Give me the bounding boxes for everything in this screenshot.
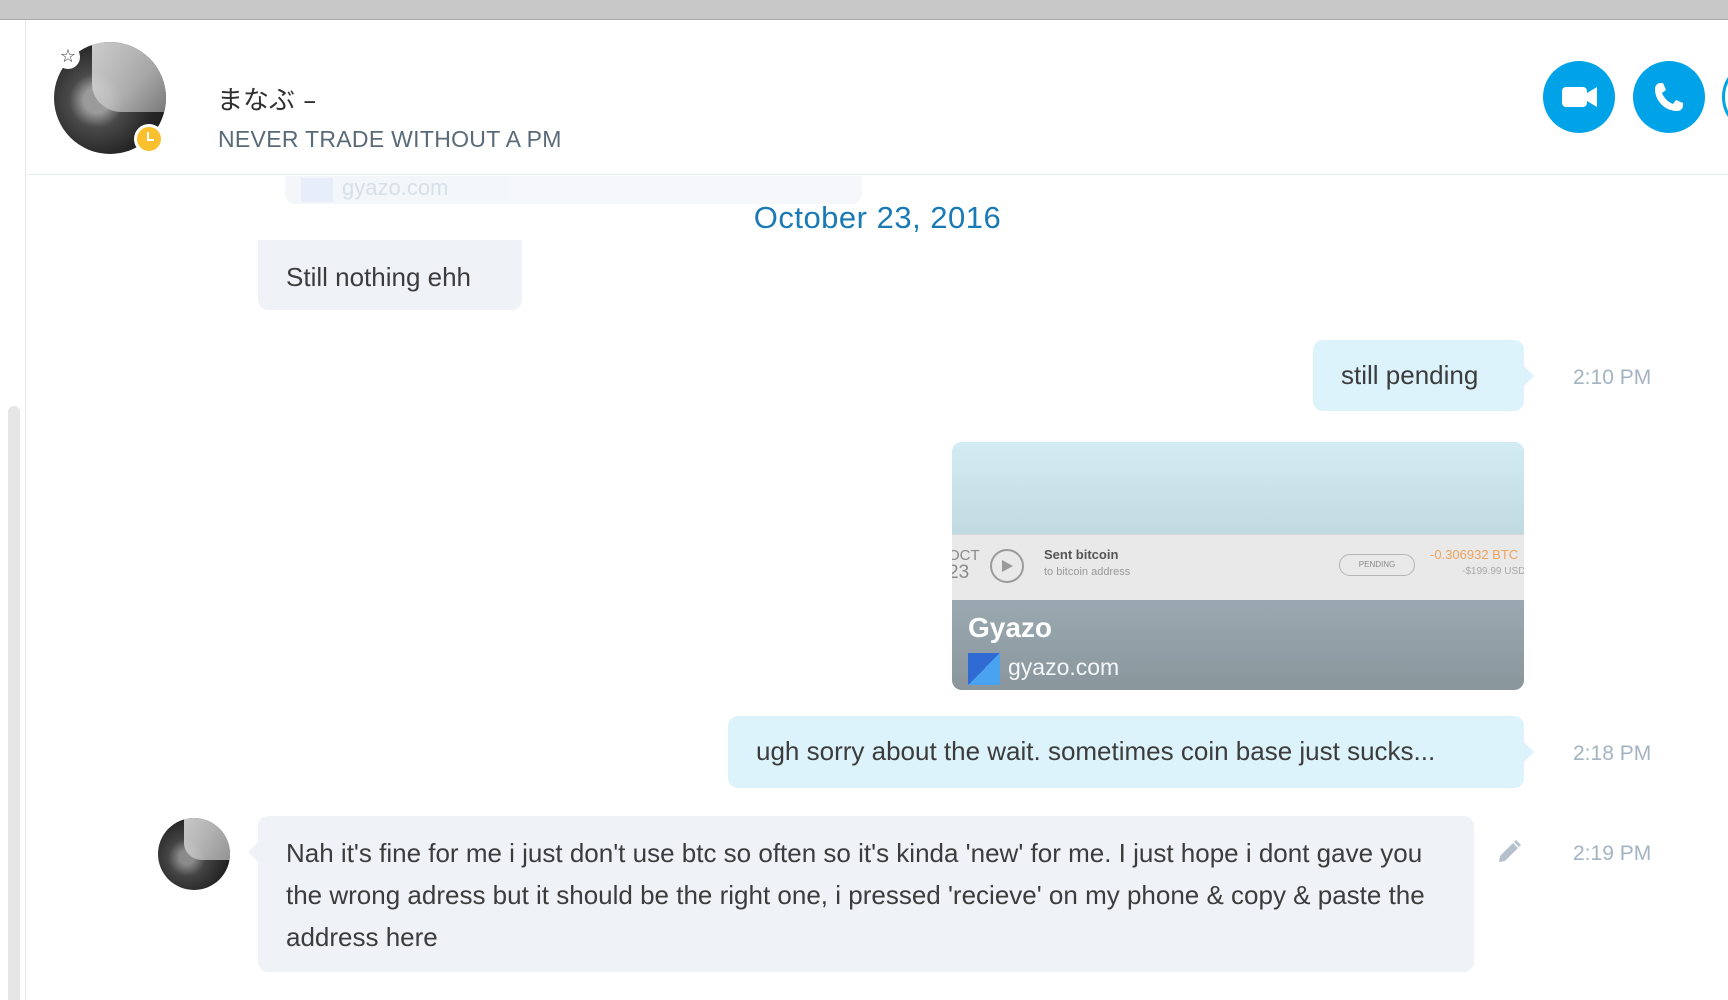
pencil-icon[interactable] xyxy=(1494,837,1524,867)
screenshot-transaction-subtitle: to bitcoin address xyxy=(1044,566,1131,578)
message-timestamp: 2:18 PM xyxy=(1573,742,1652,765)
message-text: Nah it's fine for me i just don't use bt… xyxy=(286,838,1425,952)
message-bubble[interactable]: ugh sorry about the wait. sometimes coin… xyxy=(728,716,1534,788)
message-bubble[interactable]: still pending xyxy=(1313,340,1534,411)
contact-name[interactable]: まなぶ – xyxy=(217,80,316,117)
video-call-button[interactable] xyxy=(1543,61,1615,133)
screenshot-transaction-title: Sent bitcoin xyxy=(1044,547,1119,562)
star-icon[interactable]: ☆ xyxy=(56,45,80,69)
screenshot-usd-amount: -$199.99 USD xyxy=(1462,566,1524,577)
message-text: Still nothing ehh xyxy=(286,262,472,292)
screenshot-btc-amount: -0.306932 BTC xyxy=(1430,547,1519,562)
gyazo-favicon-icon xyxy=(968,653,1000,685)
message-timestamp: 2:10 PM xyxy=(1573,366,1652,389)
left-sidebar-edge xyxy=(0,20,26,1000)
sidebar-scrollbar[interactable] xyxy=(8,406,20,1000)
chat-history[interactable]: gyazo.com October 23, 2016 Still nothing… xyxy=(27,176,1728,1000)
date-divider: October 23, 2016 xyxy=(753,200,1002,235)
screenshot-pending-badge: PENDING xyxy=(1339,554,1415,576)
send-arrow-icon xyxy=(990,549,1024,583)
screenshot-date: OCT 23 xyxy=(952,547,980,583)
message-bubble[interactable]: Nah it's fine for me i just don't use bt… xyxy=(248,816,1474,972)
message-text: still pending xyxy=(1341,360,1479,390)
link-preview-background xyxy=(952,442,1524,534)
screenshot-date-day: 23 xyxy=(952,562,970,583)
audio-call-button[interactable] xyxy=(1633,61,1705,133)
away-status-icon xyxy=(134,124,164,154)
link-preview-screenshot: OCT 23 Sent bitcoin to bitcoin address P… xyxy=(952,534,1524,600)
phone-icon xyxy=(1655,83,1683,111)
sender-avatar[interactable] xyxy=(158,818,230,890)
message-timestamp: 2:19 PM xyxy=(1573,842,1652,865)
link-preview-card[interactable]: OCT 23 Sent bitcoin to bitcoin address P… xyxy=(952,442,1524,690)
gyazo-favicon-icon xyxy=(301,178,333,202)
video-camera-icon xyxy=(1562,87,1597,107)
previous-link-domain: gyazo.com xyxy=(342,176,449,200)
link-preview-domain[interactable]: gyazo.com xyxy=(1008,654,1119,681)
message-bubble[interactable]: Still nothing ehh xyxy=(258,240,522,310)
window-titlebar xyxy=(0,0,1728,20)
message-text: ugh sorry about the wait. sometimes coin… xyxy=(756,736,1436,766)
contact-mood-message: NEVER TRADE WITHOUT A PM xyxy=(218,126,562,152)
conversation-header: まなぶ – NEVER TRADE WITHOUT A PM xyxy=(27,20,1728,175)
link-preview-title[interactable]: Gyazo xyxy=(968,612,1052,644)
